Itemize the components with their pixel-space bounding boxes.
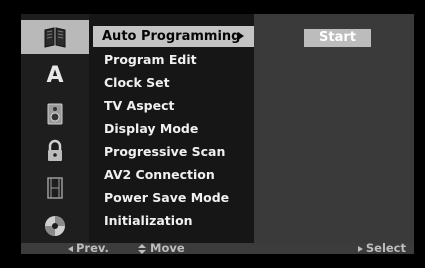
menu-item-label: AV2 Connection [104,167,215,182]
menu-item-initialization[interactable]: Initialization [95,210,254,232]
menu-item-label: Power Save Mode [104,190,230,205]
select-label: Select [365,241,406,255]
general-settings-icon[interactable] [21,20,89,54]
menu-item-power-save-mode[interactable]: Power Save Mode [95,187,254,209]
prev-hint: Prev. [68,241,109,255]
lock-icon[interactable] [21,134,89,168]
menu-item-display-mode[interactable]: Display Mode [95,118,254,140]
category-sidebar: A [21,14,89,243]
setup-menu-panel: A Auto Programming Program Edit Clock Se… [21,14,414,255]
menu-item-label: TV Aspect [104,98,175,113]
disc-icon[interactable] [21,209,89,243]
menu-item-av2-connection[interactable]: AV2 Connection [95,164,254,186]
menu-item-clock-set[interactable]: Clock Set [95,72,254,94]
menu-item-tv-aspect[interactable]: TV Aspect [95,95,254,117]
menu-item-label: Clock Set [104,75,170,90]
audio-speaker-icon[interactable] [21,97,89,131]
start-button[interactable]: Start [304,29,371,47]
menu-item-label: Progressive Scan [104,144,226,159]
settings-menu: Auto Programming Program Edit Clock Set … [89,14,255,243]
select-hint: Select [357,241,406,255]
option-panel: Start [254,14,414,243]
left-arrow-icon [68,245,73,252]
menu-item-label: Initialization [104,213,193,228]
menu-item-label: Display Mode [104,121,199,136]
menu-item-label: Auto Programming [102,29,241,44]
move-label: Move [150,241,185,255]
footer-hints: Prev. Move Select [21,241,414,255]
right-arrow-icon [357,245,363,252]
language-letter: A [46,62,64,88]
move-hint: Move [138,241,185,255]
prev-label: Prev. [76,241,109,255]
menu-item-progressive-scan[interactable]: Progressive Scan [95,141,254,163]
recording-film-icon[interactable] [21,171,89,205]
up-down-arrow-icon [138,243,147,254]
menu-item-label: Program Edit [104,52,197,67]
menu-item-program-edit[interactable]: Program Edit [95,49,254,71]
submenu-arrow-icon [238,32,244,40]
menu-item-auto-programming[interactable]: Auto Programming [93,26,255,47]
language-icon[interactable]: A [21,58,89,92]
